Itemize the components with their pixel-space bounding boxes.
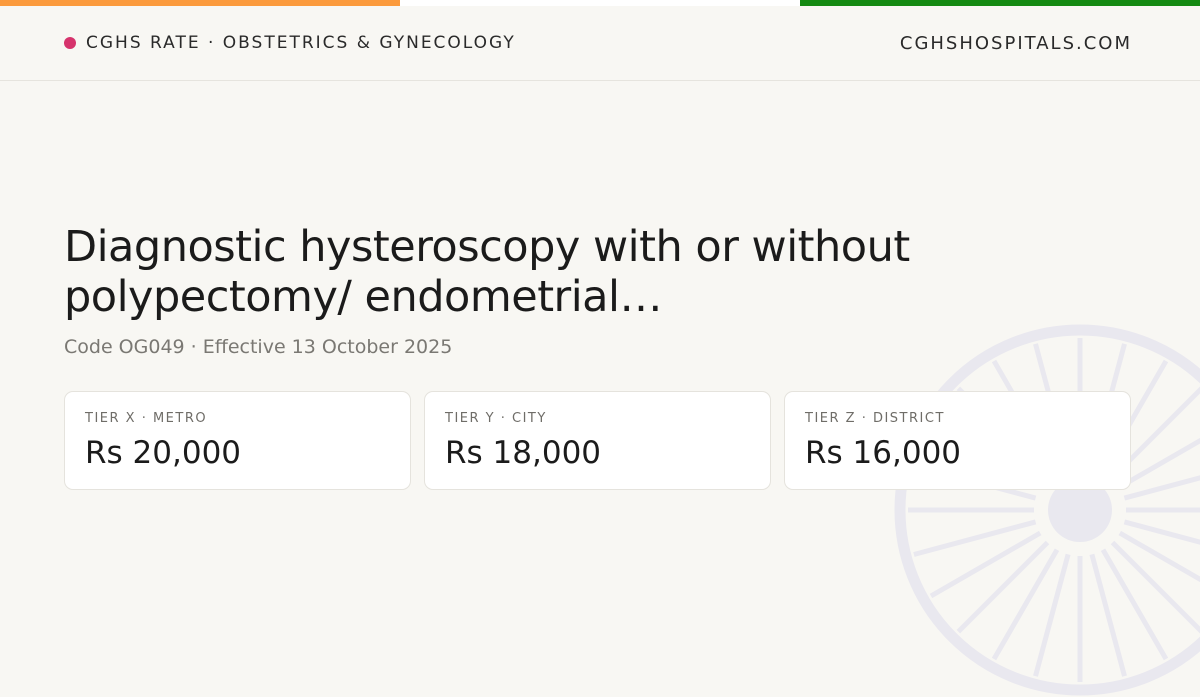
procedure-meta: Code OG049 · Effective 13 October 2025: [64, 336, 452, 358]
tier-price: Rs 20,000: [85, 435, 241, 471]
header: CGHS RATE · OBSTETRICS & GYNECOLOGY CGHS…: [0, 6, 1200, 81]
procedure-title: Diagnostic hysteroscopy with or without …: [64, 222, 1144, 322]
tier-card-z: TIER Z · DISTRICT Rs 16,000: [784, 391, 1131, 490]
brand-label: CGHS RATE · OBSTETRICS & GYNECOLOGY: [86, 33, 516, 53]
brand-dot-icon: [64, 37, 76, 49]
wheel-spoke: [1092, 554, 1125, 676]
site-name[interactable]: CGHSHOSPITALS.COM: [900, 33, 1132, 54]
tier-price: Rs 16,000: [805, 435, 961, 471]
tier-label: TIER Z · DISTRICT: [805, 411, 945, 426]
tier-cards: TIER X · METRO Rs 20,000 TIER Y · CITY R…: [64, 391, 1131, 490]
tier-label: TIER Y · CITY: [445, 411, 547, 426]
wheel-spoke: [1036, 554, 1069, 676]
wheel-spoke: [914, 522, 1036, 555]
tier-label: TIER X · METRO: [85, 411, 207, 426]
tier-card-x: TIER X · METRO Rs 20,000: [64, 391, 411, 490]
ashoka-chakra-icon: [893, 323, 1200, 697]
wheel-spoke: [1124, 466, 1200, 499]
tier-card-y: TIER Y · CITY Rs 18,000: [424, 391, 771, 490]
wheel-spoke: [1124, 522, 1200, 555]
tier-price: Rs 18,000: [445, 435, 601, 471]
brand: CGHS RATE · OBSTETRICS & GYNECOLOGY: [64, 33, 516, 53]
